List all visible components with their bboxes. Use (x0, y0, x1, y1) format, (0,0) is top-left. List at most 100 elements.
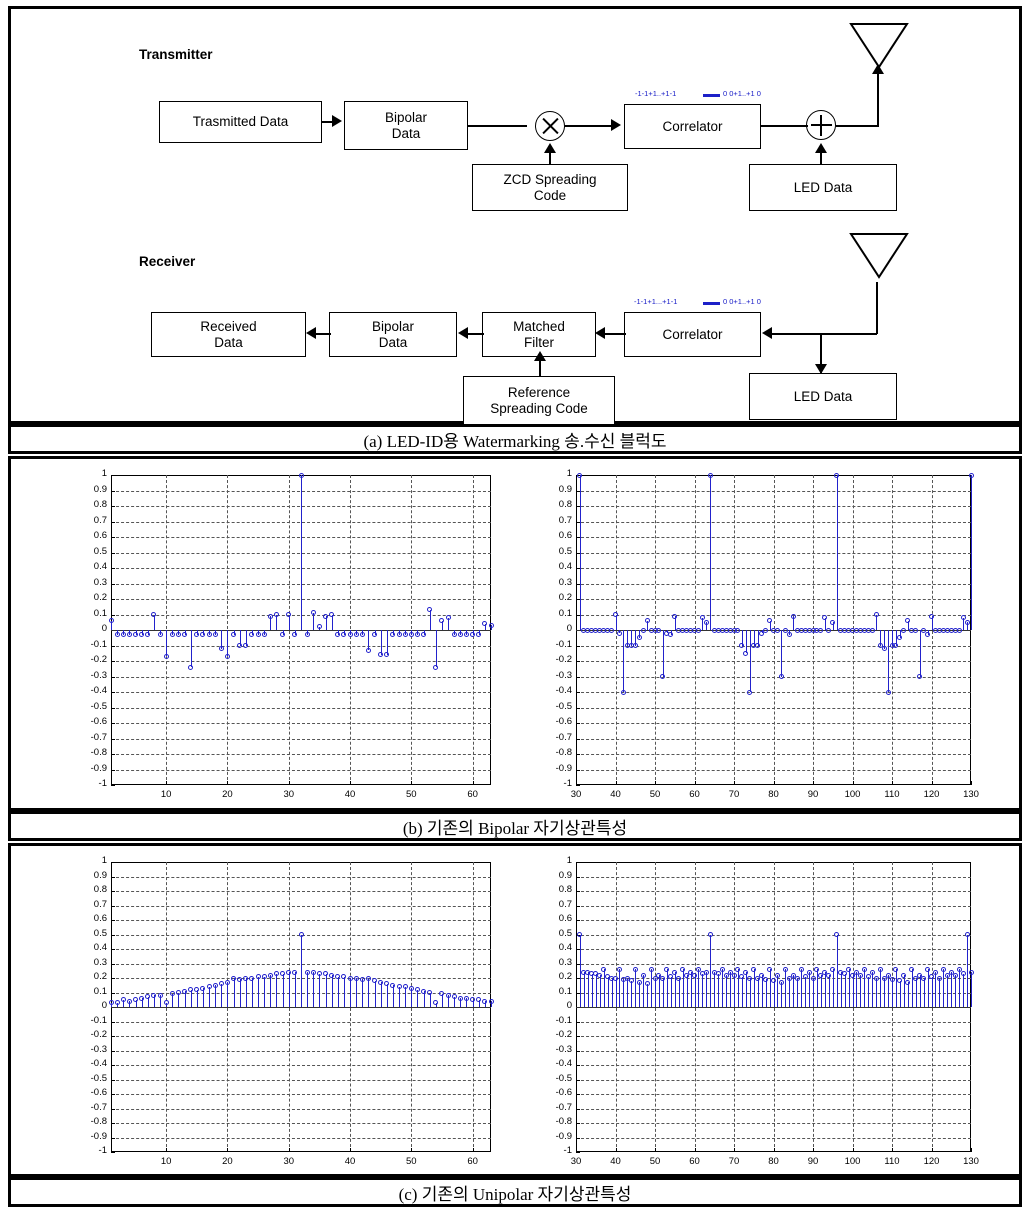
y-axis-tick-label: -0.1 (555, 1014, 572, 1026)
data-point-marker (747, 975, 753, 981)
gridline-horizontal (111, 920, 491, 921)
y-axis-tick-label: 1 (101, 855, 107, 866)
block-zcd-spreading-code-label: ZCD Spreading Code (503, 171, 597, 203)
stem-line (595, 973, 597, 1007)
y-axis-tick-label: -1 (563, 778, 572, 789)
gridline-horizontal (111, 645, 491, 647)
stem-line (631, 980, 633, 1007)
wire-tx-5 (836, 125, 879, 127)
data-point-marker (120, 997, 126, 1003)
stem-line (888, 975, 890, 1007)
y-axis-tick-label: -0.2 (90, 654, 107, 665)
y-axis-tick (576, 769, 580, 771)
y-axis-tick (111, 978, 115, 979)
y-axis-tick (576, 920, 580, 921)
stem-line (380, 982, 382, 1007)
stem-line (202, 988, 204, 1007)
data-point-marker (747, 689, 753, 695)
x-axis-tick (227, 1148, 229, 1152)
x-axis-tick-label: 130 (963, 1156, 979, 1167)
data-point-marker (636, 979, 642, 985)
y-axis-tick (576, 1137, 580, 1139)
y-axis-tick-label: -0.4 (555, 685, 572, 696)
y-axis-tick-label: -0.2 (555, 1029, 572, 1040)
block-bipolar-data-tx: Bipolar Data (344, 101, 468, 150)
y-axis-tick-label: 0.8 (93, 499, 107, 510)
y-axis-tick (576, 1021, 580, 1023)
data-point-marker (224, 979, 230, 985)
y-axis-tick-label: 0.4 (558, 942, 572, 953)
data-point-marker (120, 632, 126, 638)
stem-line (745, 630, 747, 654)
y-axis-tick (111, 661, 115, 662)
data-point-marker (329, 972, 335, 978)
y-axis-tick-label: 0.9 (93, 869, 107, 881)
y-axis-tick (111, 769, 115, 771)
x-axis-tick-label: 130 (963, 789, 979, 800)
y-axis-tick-label: -0.7 (90, 1101, 107, 1113)
data-point-marker (964, 932, 970, 937)
data-point-marker (648, 966, 654, 972)
stem-line (591, 973, 593, 1007)
data-point-marker (347, 975, 353, 981)
data-point-marker (457, 632, 463, 638)
stem-line (698, 969, 700, 1007)
y-axis-tick-label: 1 (101, 468, 107, 479)
data-point-marker (601, 966, 607, 972)
data-point-marker (298, 472, 304, 478)
data-point-marker (921, 975, 927, 981)
y-axis-tick (576, 1050, 580, 1052)
block-received-data: Received Data (151, 312, 306, 357)
block-led-data-rx: LED Data (749, 373, 897, 420)
stem-line (702, 973, 704, 1007)
y-axis-tick (576, 1152, 580, 1153)
x-axis-tick-label: 40 (344, 1156, 356, 1167)
stem-line (757, 978, 759, 1007)
data-point-marker (206, 984, 212, 990)
stem-line (411, 988, 413, 1007)
data-point-marker (672, 613, 678, 619)
y-axis-tick (111, 1137, 115, 1139)
stem-line (190, 989, 192, 1007)
stem-line (741, 976, 743, 1007)
y-axis-tick-label: -1 (98, 1145, 107, 1156)
stem-line (892, 979, 893, 1007)
stem-line (662, 978, 664, 1007)
data-point-marker (609, 627, 615, 633)
block-transmitted-data: Trasmitted Data (159, 101, 322, 143)
stem-line (399, 986, 401, 1007)
stem-line (840, 972, 842, 1007)
x-axis-tick (166, 781, 168, 785)
x-axis-tick (615, 781, 617, 785)
data-point-marker (421, 988, 427, 994)
gridline-horizontal (111, 891, 491, 892)
stem-line (301, 934, 302, 1007)
data-point-marker (139, 995, 145, 1001)
y-axis-tick-label: -0.6 (555, 1087, 572, 1098)
stem-line (686, 975, 688, 1007)
x-axis-tick (227, 781, 229, 785)
y-axis-tick-label: 0 (101, 1000, 107, 1011)
y-axis-tick-label: 0.2 (93, 971, 107, 982)
stem-line (386, 630, 388, 655)
stem-line (325, 973, 327, 1007)
y-axis-tick (111, 738, 115, 740)
y-axis-tick (111, 1036, 115, 1037)
x-axis-tick (773, 1148, 775, 1152)
block-correlator-rx: Correlator (624, 312, 761, 357)
y-axis-tick-label: -0.8 (90, 747, 107, 758)
data-point-marker (212, 982, 218, 988)
mixer-multiplier (535, 111, 565, 141)
y-axis-tick-label: -0.5 (90, 1072, 107, 1084)
data-point-marker (231, 975, 237, 981)
stem-line (417, 989, 419, 1007)
y-axis-tick-label: 0.6 (93, 913, 107, 924)
y-axis-tick-label: 0.1 (93, 985, 107, 997)
stem-line (939, 978, 941, 1007)
y-axis-tick-label: -0.6 (555, 716, 572, 727)
stem-line (824, 972, 826, 1007)
stem-line (967, 934, 969, 1007)
stem-line (635, 969, 637, 1007)
data-point-marker (699, 615, 705, 621)
data-point-marker (964, 619, 970, 625)
